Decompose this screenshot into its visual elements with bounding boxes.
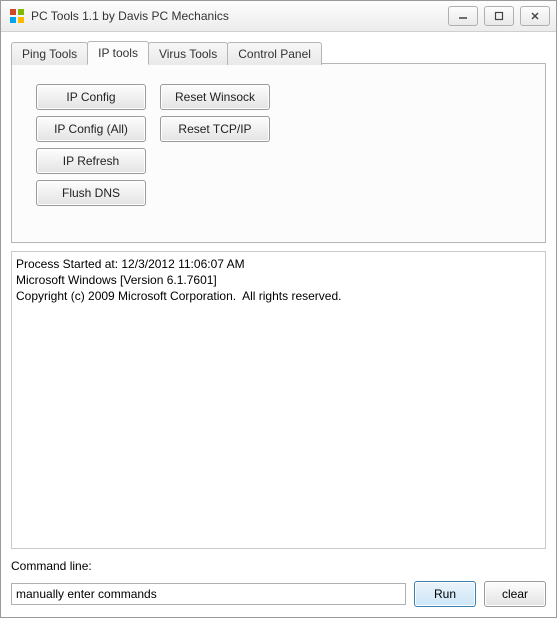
run-button[interactable]: Run (414, 581, 476, 607)
window-title: PC Tools 1.1 by Davis PC Mechanics (31, 9, 448, 23)
clear-button[interactable]: clear (484, 581, 546, 607)
tab-control: Ping Tools IP tools Virus Tools Control … (11, 40, 546, 243)
command-line-input[interactable] (11, 583, 406, 605)
tabstrip: Ping Tools IP tools Virus Tools Control … (11, 40, 546, 64)
reset-winsock-button[interactable]: Reset Winsock (160, 84, 270, 110)
close-button[interactable] (520, 6, 550, 26)
app-window: PC Tools 1.1 by Davis PC Mechanics Ping … (0, 0, 557, 618)
client-area: Ping Tools IP tools Virus Tools Control … (1, 32, 556, 617)
ip-refresh-button[interactable]: IP Refresh (36, 148, 146, 174)
app-icon (9, 8, 25, 24)
tab-ip-tools[interactable]: IP tools (87, 41, 149, 65)
tab-virus-tools[interactable]: Virus Tools (148, 42, 228, 65)
output-panel (11, 251, 546, 549)
tabpanel-ip-tools: IP Config Reset Winsock IP Config (All) … (11, 63, 546, 243)
window-controls (448, 6, 550, 26)
reset-tcpip-button[interactable]: Reset TCP/IP (160, 116, 270, 142)
ip-config-button[interactable]: IP Config (36, 84, 146, 110)
tab-ping-tools[interactable]: Ping Tools (11, 42, 88, 65)
output-textarea[interactable] (12, 252, 545, 548)
tab-control-panel[interactable]: Control Panel (227, 42, 322, 65)
command-line-row: Run clear (11, 581, 546, 607)
ip-tools-button-grid: IP Config Reset Winsock IP Config (All) … (36, 84, 521, 206)
titlebar: PC Tools 1.1 by Davis PC Mechanics (1, 1, 556, 32)
flush-dns-button[interactable]: Flush DNS (36, 180, 146, 206)
command-line-label: Command line: (11, 559, 546, 573)
maximize-button[interactable] (484, 6, 514, 26)
ip-config-all-button[interactable]: IP Config (All) (36, 116, 146, 142)
minimize-button[interactable] (448, 6, 478, 26)
